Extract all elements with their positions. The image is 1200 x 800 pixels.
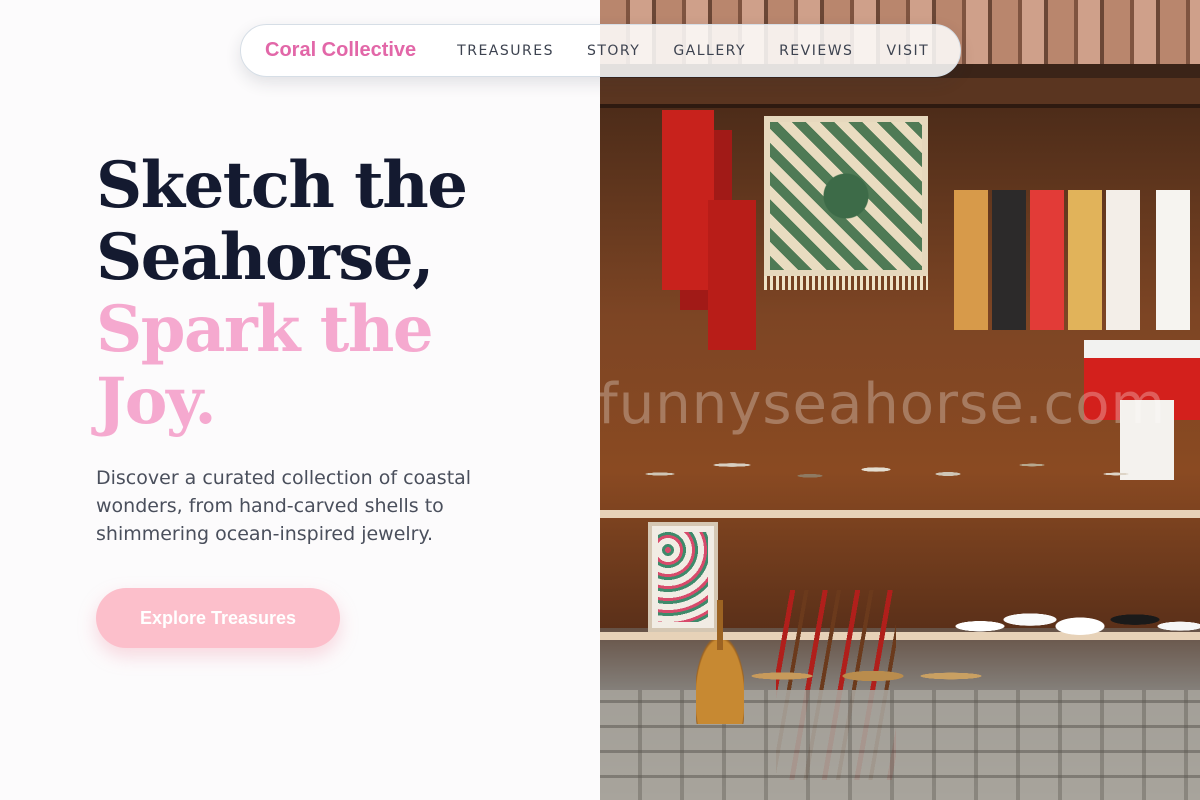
photo-figurines <box>600 420 1200 510</box>
photo-hanging-rug <box>764 116 928 290</box>
nav-item-reviews[interactable]: REVIEWS <box>779 43 853 59</box>
hero-description: Discover a curated collection of coastal… <box>96 467 472 545</box>
headline-line-1: Sketch the <box>96 148 468 223</box>
nav-item-story[interactable]: STORY <box>587 43 640 59</box>
photo-earring-board <box>648 522 718 632</box>
photo-felt-hats <box>950 580 1200 646</box>
photo-red-cloth <box>662 110 714 290</box>
top-navigation: Coral Collective TREASURES STORY GALLERY… <box>240 24 961 77</box>
hero-photo <box>600 0 1200 800</box>
nav-item-treasures[interactable]: TREASURES <box>457 43 554 59</box>
headline-accent-line-1: Spark the <box>96 292 434 367</box>
photo-wooden-beam <box>600 78 1200 108</box>
photo-red-cloth-2 <box>708 200 756 350</box>
photo-cobblestones <box>600 690 1200 800</box>
photo-scarf-2 <box>992 190 1026 330</box>
photo-scarf-6 <box>1156 190 1190 330</box>
brand-logo[interactable]: Coral Collective <box>265 39 416 62</box>
hero-section: Sketch the Seahorse, Spark the Joy. Disc… <box>0 0 600 800</box>
photo-scarf-1 <box>954 190 988 330</box>
headline-accent-line-2: Joy. <box>96 364 217 439</box>
photo-scarf-5 <box>1106 190 1140 330</box>
photo-scarf-3 <box>1030 190 1064 330</box>
explore-treasures-button[interactable]: Explore Treasures <box>96 588 340 648</box>
hero-headline: Sketch the Seahorse, Spark the Joy. <box>96 150 576 438</box>
photo-lute <box>696 600 744 724</box>
nav-item-gallery[interactable]: GALLERY <box>673 43 746 59</box>
headline-line-2: Seahorse, <box>96 220 434 295</box>
photo-shelf-1 <box>600 510 1200 518</box>
nav-item-visit[interactable]: VISIT <box>886 43 929 59</box>
photo-scarf-4 <box>1068 190 1102 330</box>
